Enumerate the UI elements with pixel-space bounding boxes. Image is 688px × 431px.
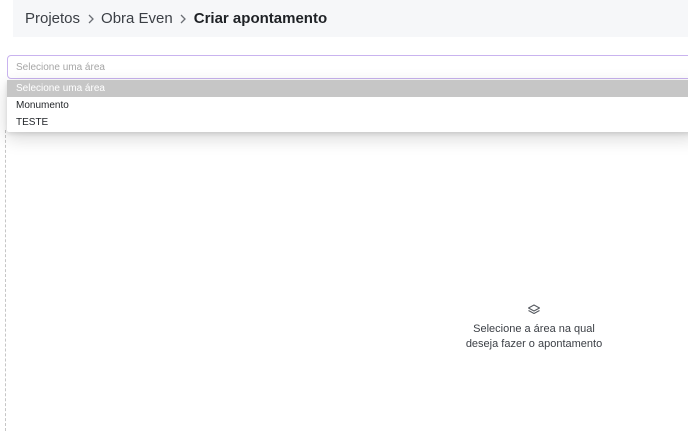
divider	[5, 130, 6, 431]
breadcrumb: Projetos Obra Even Criar apontamento	[13, 0, 688, 37]
breadcrumb-projects-link[interactable]: Projetos	[25, 10, 80, 27]
empty-state: Selecione a área na qual deseja fazer o …	[454, 303, 614, 352]
area-select-dropdown: Selecione uma área Monumento TESTE	[7, 80, 688, 132]
area-select-placeholder: Selecione uma área	[16, 61, 105, 73]
chevron-right-icon	[80, 11, 101, 27]
breadcrumb-project-link[interactable]: Obra Even	[101, 10, 173, 27]
empty-state-line-1: Selecione a área na qual	[473, 323, 595, 335]
area-option-placeholder[interactable]: Selecione uma área	[7, 80, 688, 97]
area-select[interactable]: Selecione uma área	[7, 55, 688, 79]
empty-state-line-2: deseja fazer o apontamento	[465, 338, 603, 350]
layers-icon	[528, 304, 540, 314]
area-option-teste[interactable]: TESTE	[7, 114, 688, 131]
create-annotation-page: Projetos Obra Even Criar apontamento Sel…	[0, 0, 688, 431]
chevron-right-icon	[173, 11, 194, 27]
area-option-monumento[interactable]: Monumento	[7, 97, 688, 114]
page-title: Criar apontamento	[193, 10, 328, 27]
